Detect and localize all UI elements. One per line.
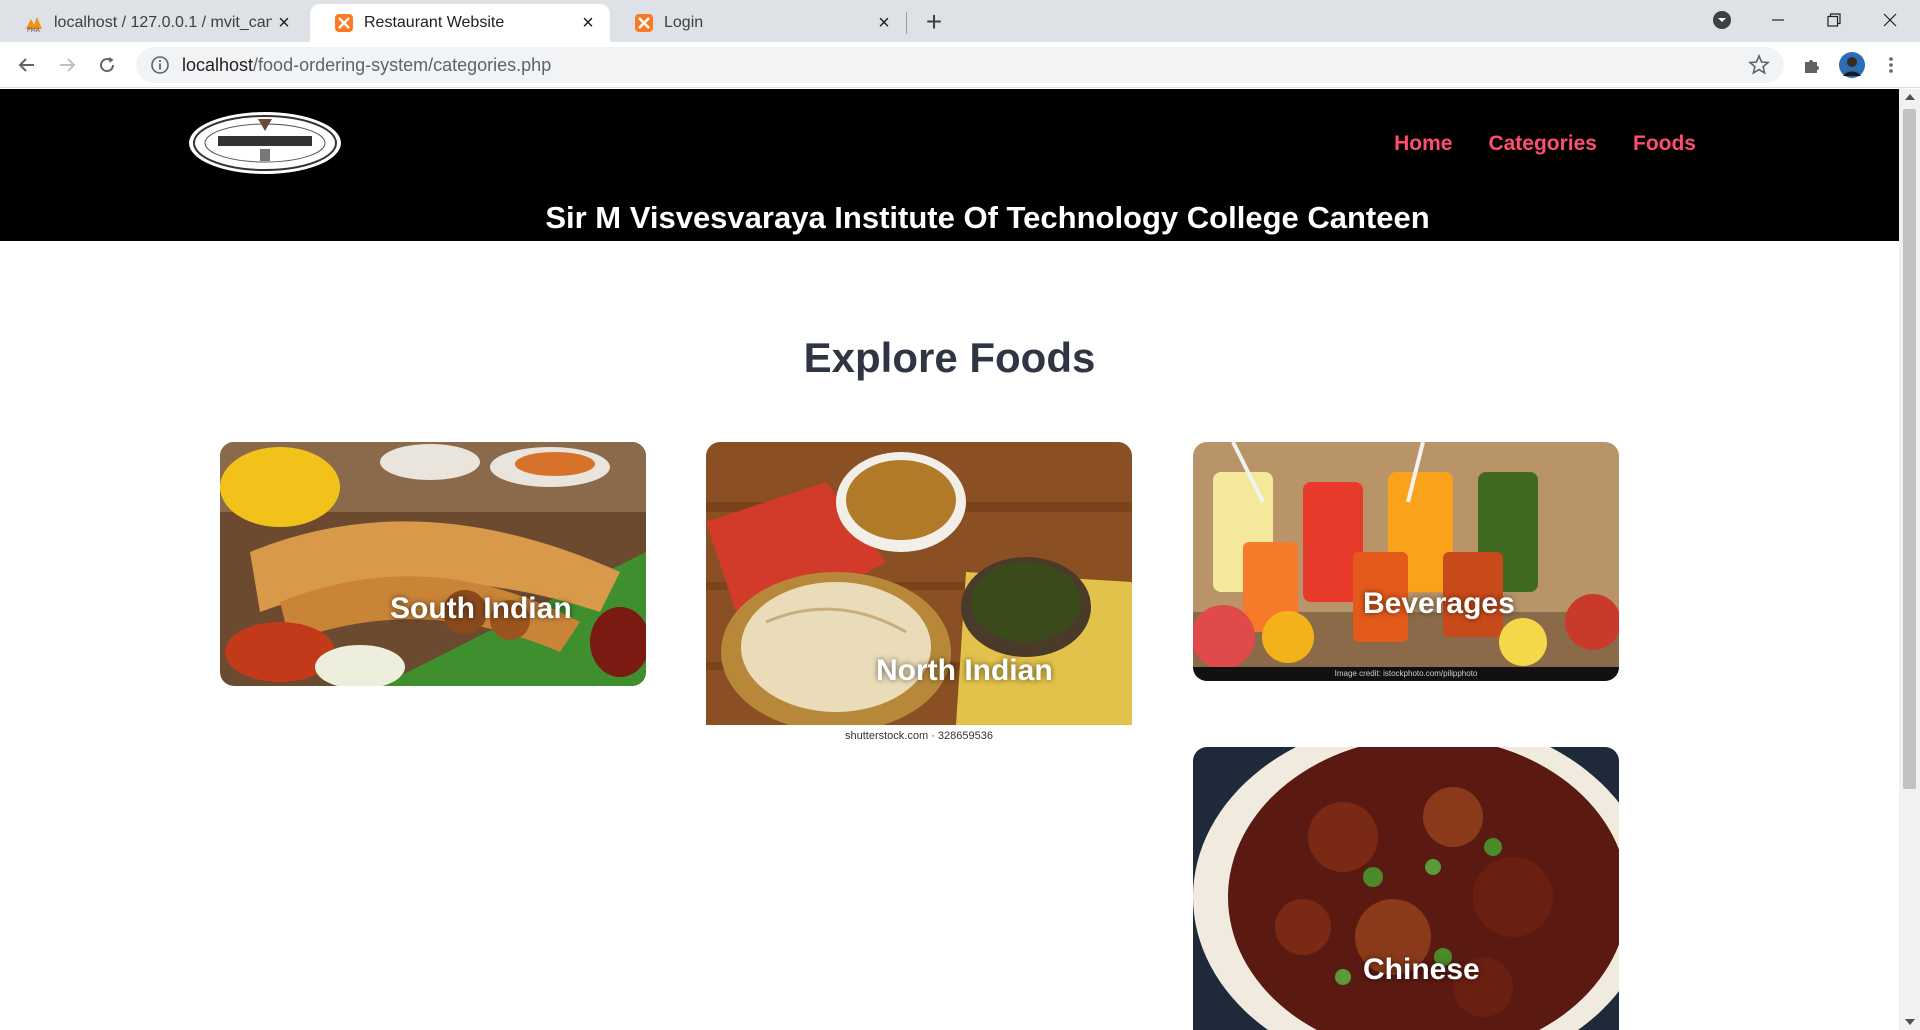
tab-restaurant-website[interactable]: Restaurant Website × <box>310 4 610 42</box>
tab-phpmyadmin[interactable]: PMA localhost / 127.0.0.1 / mvit_cante × <box>0 4 306 42</box>
browser-menu-button[interactable] <box>1876 50 1906 80</box>
url-text: localhost/food-ordering-system/categorie… <box>182 55 551 76</box>
info-icon[interactable] <box>150 55 170 75</box>
college-seal-logo <box>189 112 341 174</box>
tab-login[interactable]: Login × <box>610 4 906 42</box>
category-label: Beverages <box>1363 587 1515 620</box>
south-indian-food-image <box>220 442 646 686</box>
xampp-icon <box>635 14 653 32</box>
puzzle-icon <box>1805 60 1819 73</box>
restore-button[interactable] <box>1806 0 1862 40</box>
image-credit: Image credit: istockphoto.com/pilipphoto <box>1193 667 1619 681</box>
category-label: North Indian <box>876 654 1053 687</box>
minimize-icon <box>1772 19 1784 21</box>
category-label: Chinese <box>1363 953 1480 986</box>
beverages-image <box>1193 442 1619 681</box>
page-heading: Explore Foods <box>803 334 1096 381</box>
arrow-left-icon <box>18 58 34 72</box>
bookmark-star-icon[interactable] <box>1748 54 1770 76</box>
url-path: /food-ordering-system/categories.php <box>253 54 552 75</box>
chinese-food-image <box>1193 747 1619 1030</box>
category-card-beverages[interactable]: Beverages Image credit: istockphoto.com/… <box>1193 442 1619 681</box>
kebab-menu-icon <box>1889 57 1893 73</box>
reload-icon <box>100 57 115 73</box>
avatar-icon <box>1839 52 1865 78</box>
tab-title: Login <box>664 14 704 31</box>
category-label: South Indian <box>390 592 572 625</box>
tab-title: Restaurant Website <box>364 14 505 31</box>
new-tab-button[interactable]: + <box>920 6 948 37</box>
close-icon <box>1883 13 1897 27</box>
reload-button[interactable] <box>92 50 122 80</box>
site-title: Sir M Visvesvaraya Institute Of Technolo… <box>545 200 1430 235</box>
scrollbar-thumb[interactable] <box>1903 109 1916 789</box>
browser-toolbar: localhost/food-ordering-system/categorie… <box>0 42 1920 88</box>
url-host: localhost <box>182 54 254 75</box>
extensions-button[interactable] <box>1797 50 1827 80</box>
svg-text:PMA: PMA <box>27 27 41 33</box>
nav-home-link[interactable]: Home <box>1394 132 1452 156</box>
tab-search-button[interactable] <box>1694 0 1750 40</box>
scroll-up-arrow-icon[interactable] <box>1905 94 1915 100</box>
college-logo[interactable] <box>188 111 343 175</box>
address-bar[interactable]: localhost/food-ordering-system/categorie… <box>136 47 1784 83</box>
scroll-down-arrow-icon[interactable] <box>1905 1019 1915 1025</box>
nav-categories-link[interactable]: Categories <box>1488 132 1597 156</box>
arrow-right-icon <box>60 58 76 72</box>
xampp-icon <box>335 14 353 32</box>
site-header: Home Categories Foods Sir M Visvesvaraya… <box>0 89 1899 241</box>
nav-foods-link[interactable]: Foods <box>1633 132 1696 156</box>
chevron-down-circle-icon <box>1713 11 1731 29</box>
tab-title: localhost / 127.0.0.1 / mvit_cante <box>54 14 272 31</box>
close-window-button[interactable] <box>1862 0 1918 40</box>
phpmyadmin-icon: PMA <box>26 17 42 33</box>
close-tab-icon[interactable]: × <box>872 11 896 35</box>
forward-button[interactable] <box>52 50 82 80</box>
category-card-north-indian[interactable]: North Indian <box>706 442 1132 725</box>
category-card-south-indian[interactable]: South Indian <box>220 442 646 686</box>
close-tab-icon[interactable]: × <box>272 11 296 35</box>
category-card-chinese[interactable]: Chinese <box>1193 747 1619 1030</box>
back-button[interactable] <box>12 50 42 80</box>
restore-icon <box>1827 13 1841 27</box>
close-tab-icon[interactable]: × <box>576 11 600 35</box>
page-scrollbar[interactable] <box>1899 89 1920 1030</box>
image-credit: shutterstock.com · 328659536 <box>706 725 1132 747</box>
main-nav: Home Categories Foods <box>1358 132 1696 156</box>
browser-tab-strip: PMA localhost / 127.0.0.1 / mvit_cante ×… <box>0 0 1920 42</box>
tab-separator <box>906 12 907 34</box>
minimize-button[interactable] <box>1750 0 1806 40</box>
profile-avatar[interactable] <box>1837 50 1867 80</box>
